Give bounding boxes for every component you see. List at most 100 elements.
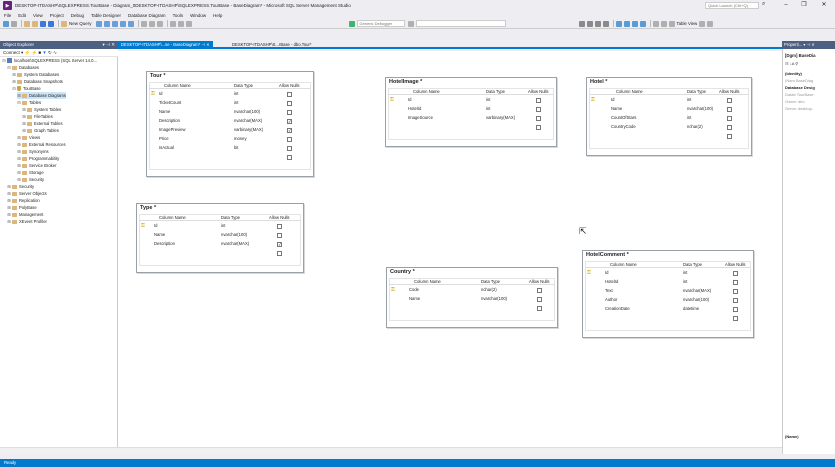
tree-node[interactable]: ⊞ Service Broker	[17, 162, 56, 169]
column-row[interactable]: ⚿ Id int	[149, 90, 311, 98]
data-type-cell[interactable]: nvarchar(100)	[481, 295, 507, 303]
data-type-cell[interactable]: nvarchar(100)	[687, 105, 713, 113]
data-type-cell[interactable]: int	[486, 96, 490, 104]
column-name-cell[interactable]: Text	[605, 287, 613, 295]
allow-nulls-checkbox[interactable]	[287, 154, 292, 160]
expand-icon[interactable]: ⊞	[17, 176, 21, 183]
allow-nulls-checkbox[interactable]	[733, 270, 738, 276]
allow-nulls-checkbox[interactable]	[537, 296, 542, 302]
xmla-query-icon[interactable]	[119, 20, 126, 27]
allow-nulls-checkbox[interactable]	[733, 279, 738, 285]
save-icon[interactable]	[40, 20, 46, 27]
allow-nulls-checkbox[interactable]	[727, 106, 732, 112]
menu-file[interactable]: File	[4, 13, 11, 18]
column-name-cell[interactable]: HotelId	[605, 278, 618, 286]
column-name-cell[interactable]: ImagePreview	[159, 126, 186, 134]
column-row[interactable]: Name nvarchar(100)	[139, 231, 301, 239]
expand-icon[interactable]: ⊞	[22, 120, 26, 127]
expand-icon[interactable]: ⊞	[7, 197, 11, 204]
data-type-cell[interactable]: int	[234, 90, 238, 98]
open-file-icon[interactable]	[32, 20, 38, 27]
table-card[interactable]: Tour * Column Name Data Type Allow Nulls ⚿ Id…	[146, 71, 314, 177]
maximize-button[interactable]: ❐	[797, 0, 811, 11]
search-icon[interactable]: ⌕	[762, 1, 765, 8]
allow-nulls-checkbox[interactable]	[733, 297, 738, 303]
column-name-cell[interactable]: Price	[159, 135, 169, 143]
column-row[interactable]: Author nvarchar(100)	[585, 296, 751, 304]
tree-node[interactable]: ⊞ Storage	[17, 169, 43, 176]
column-row[interactable]	[589, 132, 749, 140]
connect-dropdown-icon[interactable]: ▾	[21, 50, 23, 55]
save-all-icon[interactable]	[48, 20, 54, 27]
column-name-cell[interactable]: CountryCode	[611, 123, 636, 131]
expand-icon[interactable]: ⊞	[7, 183, 11, 190]
allow-nulls-checkbox[interactable]	[727, 97, 732, 103]
menu-database-diagram[interactable]: Database Diagram	[128, 13, 166, 18]
dmx-query-icon[interactable]	[111, 20, 118, 27]
column-name-cell[interactable]: Id	[605, 269, 609, 277]
column-row[interactable]	[149, 153, 311, 161]
allow-nulls-checkbox[interactable]	[277, 250, 282, 256]
data-type-cell[interactable]: nvarchar(MAX)	[234, 117, 262, 125]
allow-nulls-checkbox[interactable]	[536, 106, 541, 112]
tree-node[interactable]: ⊞ Database Snapshots	[12, 78, 63, 85]
menu-tools[interactable]: Tools	[173, 13, 184, 18]
menu-table-designer[interactable]: Table Designer	[91, 13, 121, 18]
column-row[interactable]: Description nvarchar(MAX) ✓	[139, 240, 301, 248]
search-dropdown[interactable]	[415, 20, 506, 27]
column-name-cell[interactable]: Name	[409, 295, 420, 303]
column-name-cell[interactable]: CountOfStars	[611, 114, 636, 122]
tree-node[interactable]: ⊞ Graph Tables	[22, 127, 59, 134]
column-row[interactable]	[389, 304, 555, 312]
column-row[interactable]: ImagePreview varbinary(MAX) ✓	[149, 126, 311, 134]
column-row[interactable]: CreationDate datetime	[585, 305, 751, 313]
data-type-cell[interactable]: nvarchar(100)	[234, 108, 260, 116]
expand-icon[interactable]: ⊞	[17, 141, 21, 148]
data-type-cell[interactable]: nvarchar(100)	[221, 231, 247, 239]
allow-nulls-checkbox[interactable]	[733, 306, 738, 312]
quick-launch-input[interactable]: Quick Launch (Ctrl+Q)	[705, 2, 759, 9]
column-row[interactable]: CountryCode nchar(2)	[589, 123, 749, 131]
column-row[interactable]: IsActual bit	[149, 144, 311, 152]
menu-project[interactable]: Project	[50, 13, 64, 18]
column-name-cell[interactable]: HotelId	[408, 105, 421, 113]
activity-icon[interactable]: ∿	[53, 50, 57, 55]
expand-icon[interactable]: ⊞	[12, 71, 16, 78]
allow-nulls-checkbox[interactable]	[287, 91, 292, 97]
tree-node[interactable]: ⊞ Security	[7, 183, 34, 190]
refresh-icon[interactable]: ↻	[48, 50, 52, 55]
table-card-title[interactable]: Tour *	[150, 73, 165, 79]
data-type-cell[interactable]: int	[234, 99, 238, 107]
expand-icon[interactable]: ⊞	[7, 190, 11, 197]
tree-node[interactable]: ⊞ Server Objects	[7, 190, 46, 197]
column-row[interactable]: ⚿ Id int	[139, 222, 301, 230]
expand-icon[interactable]: ⊞	[22, 106, 26, 113]
menu-edit[interactable]: Edit	[18, 13, 26, 18]
allow-nulls-checkbox[interactable]	[733, 288, 738, 294]
data-type-cell[interactable]: nvarchar(MAX)	[221, 240, 249, 248]
tree-node[interactable]: ⊞ External Resources	[17, 141, 65, 148]
data-type-cell[interactable]: nvarchar(100)	[683, 296, 709, 304]
tree-node[interactable]: ⊟ TourBase	[12, 85, 41, 92]
menu-window[interactable]: Window	[190, 13, 206, 18]
redo-icon[interactable]	[177, 20, 184, 27]
column-name-cell[interactable]: Description	[159, 117, 180, 125]
collapse-icon[interactable]: ⊟	[12, 85, 16, 92]
allow-nulls-checkbox[interactable]	[537, 305, 542, 311]
tree-node[interactable]: ⊞ Security	[17, 176, 44, 183]
column-row[interactable]: Price money	[149, 135, 311, 143]
template-icon[interactable]	[602, 20, 609, 27]
allow-nulls-checkbox[interactable]	[287, 136, 292, 142]
menu-debug[interactable]: Debug	[71, 13, 84, 18]
allow-nulls-checkbox[interactable]	[727, 133, 732, 139]
tree-node[interactable]: ⊞ XEvent Profiler	[7, 218, 47, 225]
tree-node[interactable]: ⊞ External Tables	[22, 120, 62, 127]
expand-icon[interactable]: ⊞	[17, 148, 21, 155]
column-row[interactable]: HotelId int	[388, 105, 554, 113]
column-row[interactable]: ⚿ Id int	[388, 96, 554, 104]
categorized-icon[interactable]: ☷	[785, 61, 789, 66]
expand-icon[interactable]: ⊞	[12, 78, 16, 85]
column-name-cell[interactable]: Name	[611, 105, 622, 113]
column-row[interactable]: Name nvarchar(100)	[149, 108, 311, 116]
back-icon[interactable]	[3, 20, 9, 27]
